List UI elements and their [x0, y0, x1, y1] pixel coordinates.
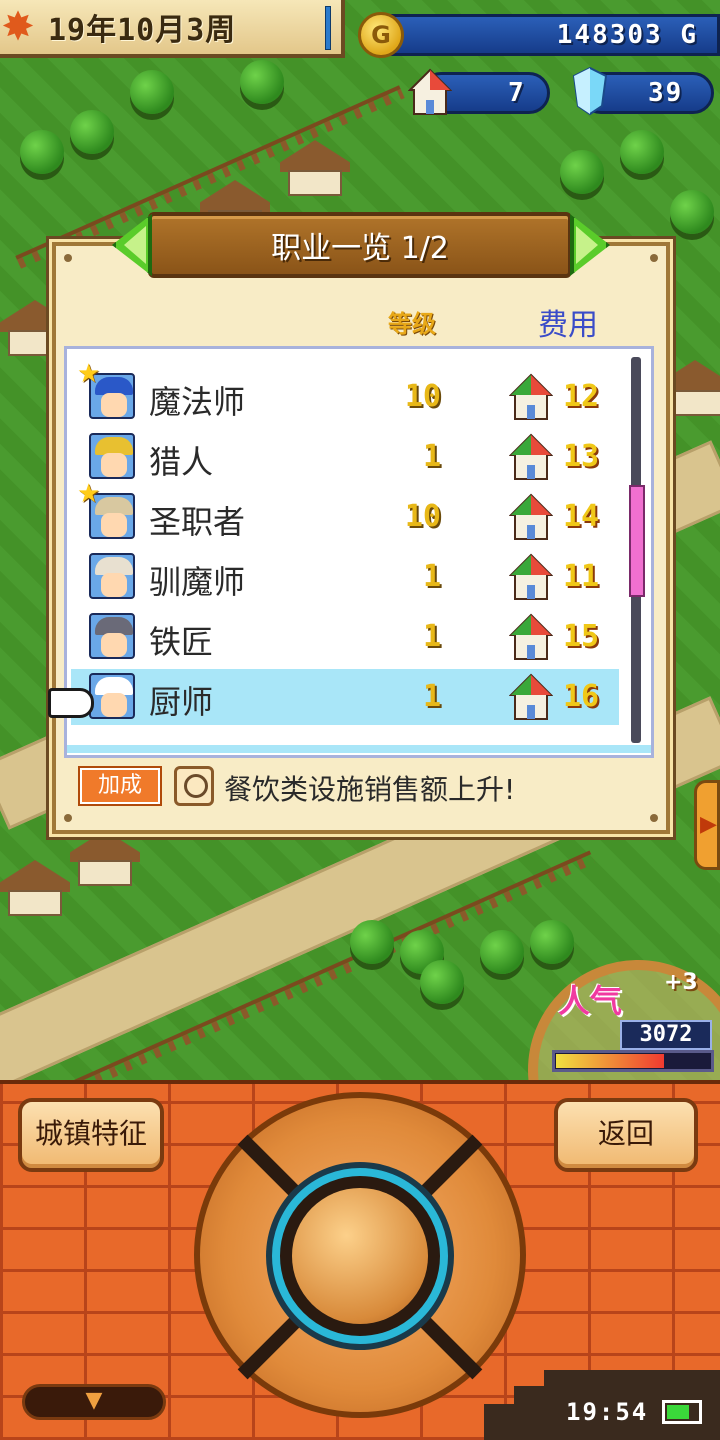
job-row[interactable]: 铁匠 1 15 [71, 609, 619, 665]
tree [70, 110, 114, 154]
job-name: 驯魔师 [149, 563, 246, 601]
dialog-title-banner: 职业一览 1/2 [148, 212, 572, 278]
rivet [64, 814, 72, 822]
job-name: 猎人 [149, 443, 214, 481]
bonus-badge: 加成 [78, 766, 162, 806]
rivet [650, 814, 658, 822]
job-row[interactable]: 猎人 1 13 [71, 429, 619, 485]
job-row[interactable]: ★ 圣职者 10 14 [71, 479, 619, 545]
job-cost: 11 [563, 559, 600, 594]
column-header-level: 等级 [388, 310, 436, 338]
house-icon [509, 553, 553, 600]
tree [350, 920, 394, 964]
job-row[interactable]: 驯魔师 1 11 [71, 549, 619, 605]
house-icon [509, 433, 553, 480]
house-icon [408, 68, 452, 115]
maple-leaf-icon: ✸ [1, 4, 35, 50]
popularity-value: 3072 [620, 1020, 712, 1050]
crystal-count-value: 39 [648, 78, 684, 108]
popularity-delta: +3 [664, 970, 698, 995]
rivet [650, 254, 658, 262]
tree [480, 930, 524, 974]
dialog-title: 职业一览 1/2 [271, 231, 449, 266]
job-level: 1 [422, 619, 441, 654]
house-icon [509, 673, 553, 720]
tree [560, 150, 604, 194]
job-name: 厨师 [149, 683, 214, 721]
column-header-cost: 费用 [538, 308, 598, 343]
chef-avatar-icon [89, 673, 135, 719]
job-level: 10 [404, 499, 441, 534]
gold-value: 148303 G [556, 20, 698, 50]
date-text: 19年10月3周 [48, 13, 237, 48]
house [280, 140, 350, 196]
tree [670, 190, 714, 234]
dpad-center-button[interactable] [292, 1188, 428, 1324]
job-name: 魔法师 [149, 383, 246, 421]
blacksmith-avatar-icon [89, 613, 135, 659]
job-cost: 15 [563, 619, 600, 654]
play-arrow-icon: ▶ [700, 812, 717, 837]
clock: 19:54 [566, 1398, 649, 1426]
house-icon [509, 613, 553, 660]
battery-level [667, 1405, 689, 1419]
tree [130, 70, 174, 114]
crystal-icon [572, 66, 608, 116]
gold-coin-icon: G [358, 12, 404, 58]
tamer-avatar-icon [89, 553, 135, 599]
job-name: 圣职者 [149, 503, 246, 541]
back-button[interactable]: 返回 [554, 1098, 698, 1172]
scrollbar-thumb[interactable] [629, 485, 645, 597]
chevron-down-icon: ▼ [85, 1388, 103, 1413]
house-icon [509, 373, 553, 420]
house [70, 830, 140, 886]
job-level: 10 [404, 379, 441, 414]
tree [20, 130, 64, 174]
job-row[interactable]: ★ 魔法师 10 12 [71, 359, 619, 425]
tree [420, 960, 464, 1004]
job-cost: 13 [563, 439, 600, 474]
house-count-value: 7 [508, 78, 524, 108]
house-icon [509, 493, 553, 540]
hunter-avatar-icon [89, 433, 135, 479]
town-features-button[interactable]: 城镇特征 [18, 1098, 164, 1172]
popularity-label: 人气 [558, 982, 623, 1020]
tree [240, 60, 284, 104]
list-divider [67, 745, 651, 753]
job-row[interactable]: 厨师 1 16 [71, 669, 619, 725]
bonus-description: 餐饮类设施销售额上升! [224, 773, 516, 806]
job-cost: 12 [563, 379, 600, 414]
job-name: 铁匠 [149, 623, 214, 661]
job-level: 1 [422, 679, 441, 714]
job-list[interactable]: ★ 魔法师 10 12 猎人 1 13 ★ 圣职者 10 14 驯魔师 1 11 铁匠 1 15 厨师 1 16 [64, 346, 654, 758]
star-icon: ★ [77, 359, 101, 389]
tree [530, 920, 574, 964]
star-icon: ★ [77, 479, 101, 509]
house [0, 860, 70, 916]
magnifier-icon [174, 766, 214, 806]
rivet [64, 254, 72, 262]
job-level: 1 [422, 439, 441, 474]
tree [620, 130, 664, 174]
popularity-bar-fill [556, 1054, 664, 1068]
date-panel: ✸ 19年10月3周 [0, 0, 345, 58]
pointer-hand-icon [48, 688, 94, 718]
time-progress-bar [325, 6, 331, 50]
menu-toggle-button[interactable]: ▼ [22, 1384, 166, 1420]
job-cost: 14 [563, 499, 600, 534]
job-cost: 16 [563, 679, 600, 714]
job-level: 1 [422, 559, 441, 594]
